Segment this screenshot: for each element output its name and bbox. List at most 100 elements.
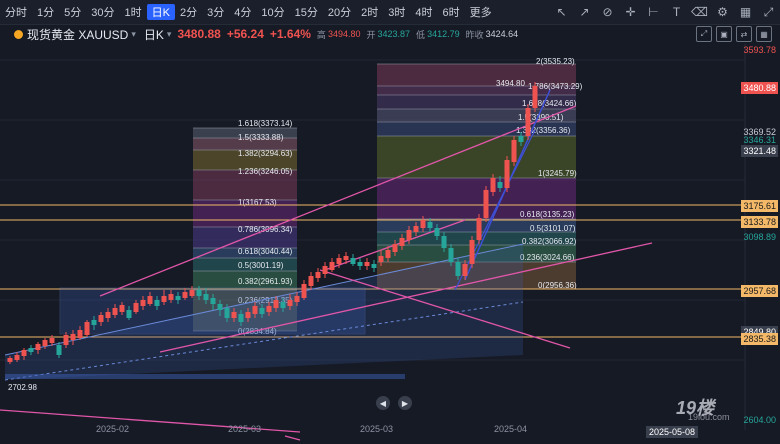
candle-body: [112, 308, 118, 315]
candle-body: [350, 258, 356, 264]
fib-level-label: 1.236(3246.05): [238, 167, 293, 176]
date-cursor-label: 2025-05-08: [646, 426, 699, 438]
date-label: 2025-04: [494, 424, 528, 434]
fib-level-label: 1(3245.79): [538, 169, 577, 178]
candle-body: [294, 296, 300, 302]
candle-body: [203, 294, 209, 300]
candle-body: [126, 310, 132, 318]
candle-body: [119, 305, 125, 312]
candle-body: [378, 256, 384, 262]
candle-body: [266, 306, 272, 312]
candle-body: [182, 292, 188, 298]
candle-body: [196, 290, 202, 296]
candle-body: [14, 355, 20, 360]
candle-body: [469, 240, 475, 264]
candle-body: [427, 222, 433, 228]
candle-body: [154, 300, 160, 306]
candle-body: [189, 290, 195, 296]
candle-body: [364, 262, 370, 266]
candle-body: [497, 182, 503, 188]
candle-body: [315, 272, 321, 278]
candle-body: [35, 344, 41, 350]
candle-body: [238, 314, 244, 322]
candle-body: [217, 304, 223, 310]
candle-body: [343, 256, 349, 260]
candle-body: [336, 258, 342, 264]
candle-body: [448, 248, 454, 262]
candle-body: [329, 262, 335, 270]
low-marker-label: 2702.98: [8, 383, 37, 392]
candle-body: [308, 276, 314, 286]
candle-body: [28, 348, 34, 352]
candle-body: [518, 136, 524, 142]
price-axis-label: 3133.78: [741, 216, 778, 228]
channel-base: [5, 374, 405, 379]
candle-body: [7, 358, 13, 362]
candle-body: [392, 244, 398, 252]
candle-body: [147, 296, 153, 304]
date-label: 2025-03: [360, 424, 394, 434]
candle-body: [287, 300, 293, 306]
fib-level-label: 1.618(3424.66): [522, 99, 577, 108]
candle-body: [21, 350, 27, 356]
candle-body: [413, 226, 419, 232]
fib-level-label: 1.5(3333.88): [238, 133, 284, 142]
fib-level-label: 0.236(3024.66): [520, 253, 575, 262]
date-label: 2025-02: [96, 424, 130, 434]
candle-body: [168, 294, 174, 300]
fib-level-label: 0.382(3066.92): [522, 237, 577, 246]
price-axis-label: 3175.61: [741, 200, 778, 212]
candle-body: [77, 330, 83, 338]
candle-body: [245, 312, 251, 318]
candle-body: [406, 230, 412, 240]
scroll-right-button[interactable]: ▶: [398, 396, 412, 410]
candle-body: [420, 220, 426, 228]
candle-body: [42, 340, 48, 346]
candle-body: [357, 262, 363, 266]
candle-body: [210, 298, 216, 304]
watermark-url: 19lou.com: [688, 412, 730, 422]
fib-level-label: 0.5(3101.07): [530, 224, 576, 233]
price-axis-label: 3098.89: [743, 232, 776, 242]
price-axis-label: 3480.88: [741, 82, 778, 94]
fib-level-label: 1.618(3373.14): [238, 119, 293, 128]
candle-body: [161, 296, 167, 302]
candle-body: [224, 308, 230, 318]
price-axis-label: 3593.78: [743, 45, 776, 55]
candle-body: [140, 300, 146, 306]
candle-body: [504, 160, 510, 188]
candle-body: [385, 250, 391, 258]
fib-level-label: 0.618(3040.44): [238, 247, 293, 256]
trend-line: [284, 435, 301, 441]
price-axis-label: 3321.48: [741, 145, 778, 157]
candle-body: [98, 315, 104, 322]
date-label: 2025-03: [228, 424, 262, 434]
candle-body: [259, 308, 265, 314]
price-axis-label: 2957.68: [741, 285, 778, 297]
scroll-left-button[interactable]: ◀: [376, 396, 390, 410]
candle-body: [476, 218, 482, 240]
price-axis-label: 2604.00: [743, 415, 776, 425]
fib-level-label: 1(3167.53): [238, 198, 277, 207]
price-chart[interactable]: 1.618(3373.14) 1.5(3333.88) 1.382(3294.63)…: [0, 0, 780, 444]
candle-body: [399, 238, 405, 246]
candle-body: [483, 190, 489, 218]
candle-body: [434, 228, 440, 236]
candle-body: [532, 86, 538, 108]
candle-body: [455, 262, 461, 276]
fib-level-label: 0.5(3001.19): [238, 261, 284, 270]
candle-body: [63, 335, 69, 345]
candle-body: [84, 322, 90, 335]
candle-body: [280, 302, 286, 308]
candle-body: [231, 312, 237, 318]
candle-body: [322, 266, 328, 274]
candle-body: [371, 264, 377, 268]
fib-level-label: 3494.80: [496, 79, 525, 88]
candle-body: [462, 264, 468, 276]
fib-level-label: 2(3535.23): [536, 57, 575, 66]
candle-body: [301, 284, 307, 298]
candle-body: [56, 345, 62, 355]
fib-level-label: 1.382(3294.63): [238, 149, 293, 158]
candle-body: [175, 296, 181, 300]
candle-body: [70, 334, 76, 340]
